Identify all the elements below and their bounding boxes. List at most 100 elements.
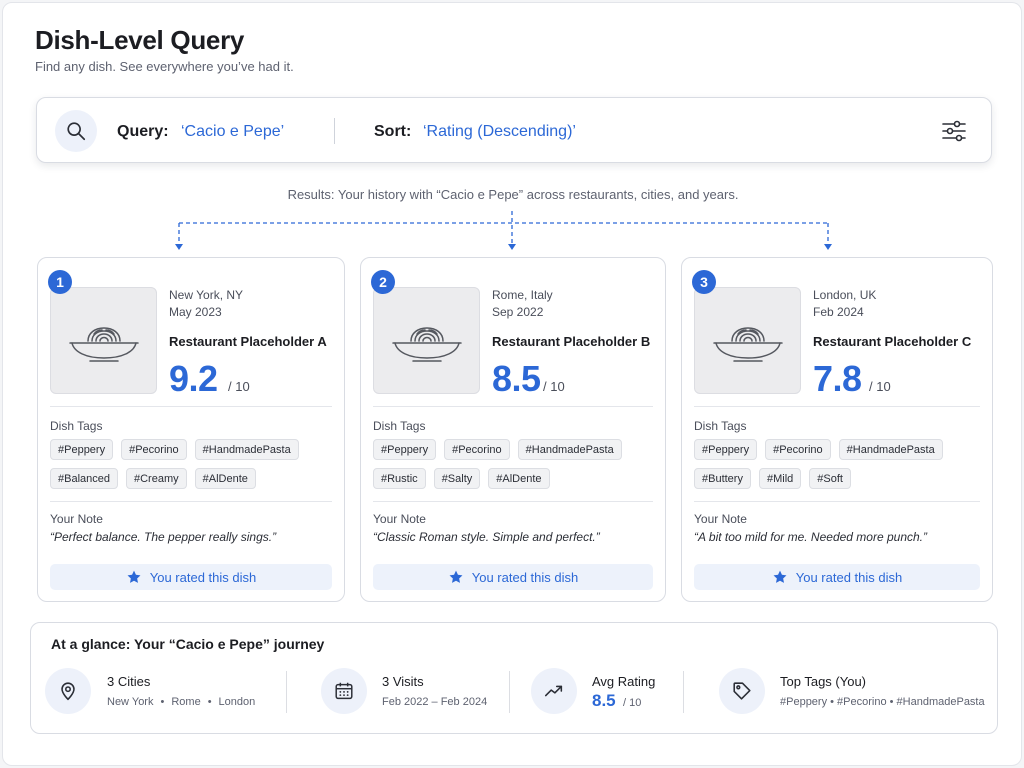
note-label: Your Note bbox=[50, 512, 103, 526]
dish-image bbox=[373, 287, 480, 394]
dish-tags: #Peppery #Pecorino #HandmadePasta #Rustic #S… bbox=[373, 439, 655, 489]
restaurant-name[interactable]: Restaurant Placeholder B bbox=[492, 334, 650, 349]
page-title: Dish-Level Query bbox=[35, 25, 245, 55]
top-tags-value: #Peppery • #Pecorino • #HandmadePasta bbox=[780, 696, 985, 708]
rank-badge: 2 bbox=[371, 270, 395, 294]
glance-title: At a glance: Your “Cacio e Pepe” journey bbox=[51, 636, 325, 652]
restaurant-name[interactable]: Restaurant Placeholder C bbox=[813, 334, 971, 349]
dish-tag[interactable]: #Pecorino bbox=[765, 439, 831, 460]
pasta-bowl-icon bbox=[391, 326, 462, 362]
pasta-bowl-icon bbox=[68, 326, 139, 362]
star-icon bbox=[127, 570, 141, 583]
top-tags-label: Top Tags (You) bbox=[780, 674, 867, 689]
dish-tag[interactable]: #Salty bbox=[433, 468, 481, 489]
pasta-bowl-icon bbox=[712, 326, 783, 362]
user-note: “Classic Roman style. Simple and perfect… bbox=[373, 530, 600, 544]
dish-tag[interactable]: #AlDente bbox=[194, 468, 256, 489]
cities-badge bbox=[45, 668, 91, 714]
rank-badge: 1 bbox=[48, 270, 72, 294]
query-value[interactable]: ‘Cacio e Pepe’ bbox=[181, 123, 284, 141]
dish-tag[interactable]: #HandmadePasta bbox=[838, 439, 943, 460]
results-caption: Results: Your history with “Cacio e Pepe… bbox=[287, 187, 739, 202]
result-card[interactable]: 2 Rome, Italy Sep 2022 Restaurant Placeh… bbox=[360, 257, 666, 602]
divider bbox=[50, 406, 332, 407]
dish-tag[interactable]: #Pecorino bbox=[121, 439, 187, 460]
map-pin-icon bbox=[61, 682, 75, 701]
avg-rating-label: Avg Rating bbox=[592, 674, 656, 689]
star-icon bbox=[449, 570, 463, 583]
dish-tag[interactable]: #Pecorino bbox=[444, 439, 510, 460]
visit-date: May 2023 bbox=[169, 305, 222, 319]
visit-date: Sep 2022 bbox=[492, 305, 544, 319]
tag-icon bbox=[733, 682, 751, 700]
location: New York, NY bbox=[169, 288, 244, 302]
divider bbox=[694, 501, 980, 502]
trend-up-icon bbox=[544, 685, 563, 697]
calendar-icon bbox=[335, 682, 353, 700]
visit-date: Feb 2024 bbox=[813, 305, 864, 319]
rank-badge: 3 bbox=[692, 270, 716, 294]
dish-tag[interactable]: #HandmadePasta bbox=[194, 439, 299, 460]
user-note: “A bit too mild for me. Needed more punc… bbox=[694, 530, 927, 544]
search-bar[interactable]: Query: ‘Cacio e Pepe’ Sort: ‘Rating (Des… bbox=[36, 97, 992, 163]
dish-tag[interactable]: #Peppery bbox=[694, 439, 758, 460]
search-divider bbox=[334, 118, 335, 144]
result-card[interactable]: 1 New York, NY May 2023 Restaurant Place… bbox=[37, 257, 345, 602]
result-card[interactable]: 3 London, UK Feb 2024 Restaurant Placeho… bbox=[681, 257, 993, 602]
cities-list: New York • Rome • London bbox=[107, 696, 256, 708]
rating-out-of: / 10 bbox=[543, 379, 565, 394]
user-note: “Perfect balance. The pepper really sing… bbox=[50, 530, 277, 544]
rating-out-of: / 10 bbox=[869, 379, 891, 394]
search-button[interactable] bbox=[55, 110, 97, 152]
dish-tag[interactable]: #Buttery bbox=[694, 468, 751, 489]
rated-label: You rated this dish bbox=[149, 569, 257, 585]
tags-label: Dish Tags bbox=[373, 419, 426, 433]
tags-label: Dish Tags bbox=[50, 419, 103, 433]
dish-tags: #Peppery #Pecorino #HandmadePasta #Balanced… bbox=[50, 439, 334, 489]
rated-button[interactable]: You rated this dish bbox=[373, 564, 653, 590]
restaurant-name[interactable]: Restaurant Placeholder A bbox=[169, 334, 327, 349]
sliders-icon[interactable] bbox=[941, 118, 967, 144]
glance-panel: At a glance: Your “Cacio e Pepe” journey… bbox=[30, 622, 998, 734]
results-connector bbox=[175, 211, 832, 250]
divider bbox=[373, 501, 653, 502]
dish-tag[interactable]: #Rustic bbox=[373, 468, 426, 489]
dish-tag[interactable]: #Mild bbox=[758, 468, 802, 489]
dish-tag[interactable]: #Peppery bbox=[373, 439, 437, 460]
dish-tag[interactable]: #Creamy bbox=[126, 468, 187, 489]
dish-tag[interactable]: #HandmadePasta bbox=[517, 439, 622, 460]
rated-button[interactable]: You rated this dish bbox=[50, 564, 332, 590]
dish-tag[interactable]: #Soft bbox=[809, 468, 851, 489]
avg-rating-out-of: / 10 bbox=[623, 697, 642, 709]
rating-score: 8.5 bbox=[492, 358, 541, 399]
dish-tag[interactable]: #Peppery bbox=[50, 439, 114, 460]
rating-badge bbox=[531, 668, 577, 714]
glance-divider bbox=[509, 671, 510, 713]
divider bbox=[694, 406, 980, 407]
location: Rome, Italy bbox=[492, 288, 553, 302]
visits-range: Feb 2022 – Feb 2024 bbox=[382, 696, 488, 708]
dish-tag[interactable]: #Balanced bbox=[50, 468, 118, 489]
dish-tag[interactable]: #AlDente bbox=[488, 468, 550, 489]
location: London, UK bbox=[813, 288, 877, 302]
note-label: Your Note bbox=[373, 512, 426, 526]
page: Dish-Level Query Find any dish. See ever… bbox=[2, 2, 1022, 766]
rating-score: 7.8 bbox=[813, 358, 862, 399]
avg-rating-value: 8.5 bbox=[592, 691, 616, 710]
cities-count: 3 Cities bbox=[107, 674, 151, 689]
sort-label: Sort: bbox=[374, 123, 412, 140]
rated-button[interactable]: You rated this dish bbox=[694, 564, 980, 590]
search-icon bbox=[67, 122, 86, 141]
star-icon bbox=[773, 570, 787, 583]
note-label: Your Note bbox=[694, 512, 747, 526]
query-label: Query: bbox=[117, 123, 169, 140]
visits-badge bbox=[321, 668, 367, 714]
sort-value[interactable]: ‘Rating (Descending)’ bbox=[423, 123, 576, 141]
rated-label: You rated this dish bbox=[471, 569, 579, 585]
dish-image bbox=[694, 287, 801, 394]
tags-label: Dish Tags bbox=[694, 419, 747, 433]
divider bbox=[50, 501, 332, 502]
glance-divider bbox=[683, 671, 684, 713]
tags-badge bbox=[719, 668, 765, 714]
visits-count: 3 Visits bbox=[382, 674, 424, 689]
